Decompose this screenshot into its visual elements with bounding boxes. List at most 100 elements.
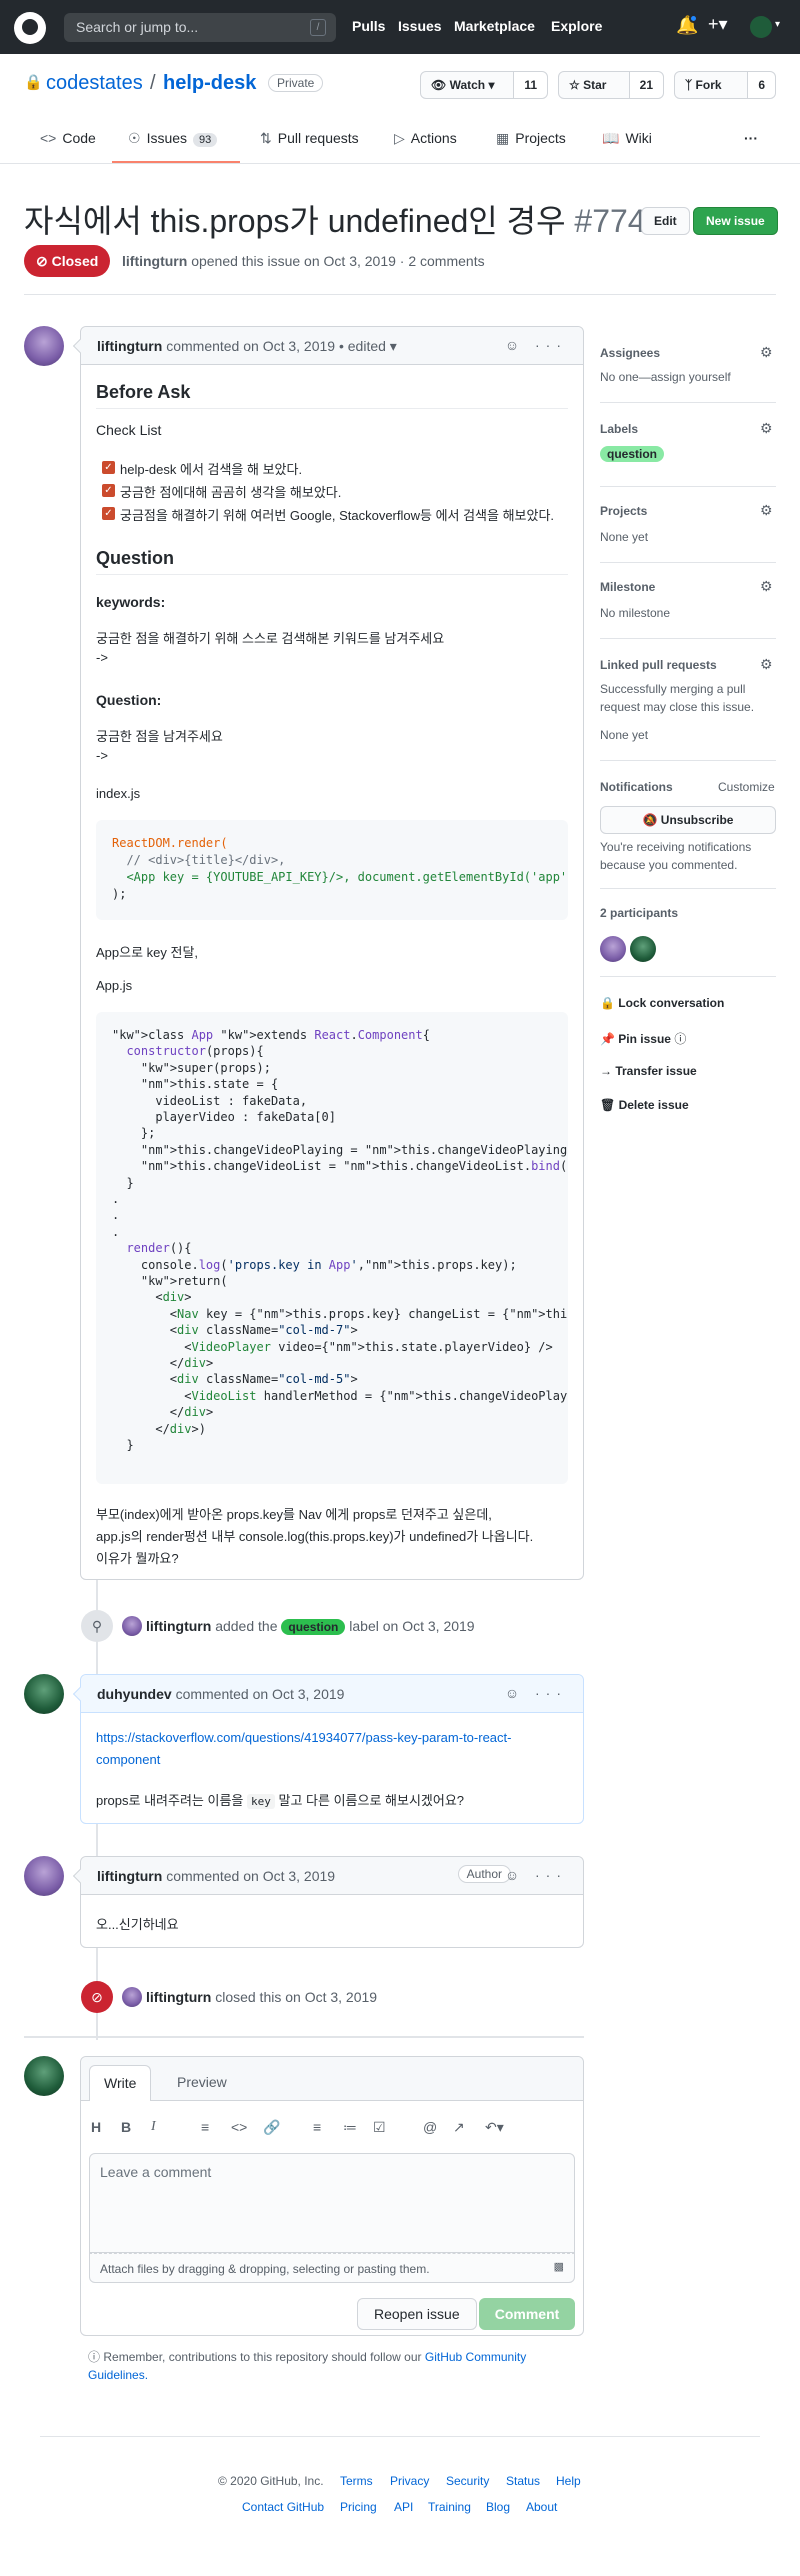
gear-icon[interactable]: ⚙: [760, 578, 773, 595]
edit-title-button[interactable]: Edit: [641, 207, 690, 235]
search-input[interactable]: Search or jump to... /: [64, 13, 336, 42]
participant-avatar[interactable]: [630, 936, 656, 962]
nav-marketplace[interactable]: Marketplace: [454, 18, 535, 34]
watch-count[interactable]: 11: [513, 72, 547, 98]
tab-wiki[interactable]: 📖 Wiki: [602, 130, 652, 147]
footer-link-terms[interactable]: Terms: [340, 2474, 373, 2488]
avatar[interactable]: [24, 326, 64, 366]
bold-icon[interactable]: B: [121, 2119, 131, 2135]
milestone-title[interactable]: Milestone: [600, 580, 655, 594]
repo-owner-link[interactable]: codestates: [46, 72, 143, 95]
kebab-horizontal-icon[interactable]: ···: [535, 1867, 567, 1883]
heading-icon[interactable]: H: [91, 2119, 101, 2135]
nav-explore[interactable]: Explore: [551, 18, 602, 34]
label-question[interactable]: question: [281, 1619, 346, 1635]
kebab-horizontal-icon[interactable]: ···: [535, 1685, 567, 1701]
reply-icon[interactable]: ↶▾: [485, 2119, 504, 2136]
stackoverflow-link-line-1[interactable]: https://stackoverflow.com/questions/4193…: [96, 1730, 511, 1745]
footer-link-training[interactable]: Training: [428, 2500, 471, 2514]
more-tabs-icon[interactable]: ···: [744, 130, 758, 146]
tab-code[interactable]: <> Code: [40, 130, 96, 146]
cross-reference-icon[interactable]: ↗: [453, 2119, 465, 2136]
github-logo-icon[interactable]: [14, 12, 46, 44]
link-icon[interactable]: 🔗: [263, 2119, 280, 2136]
label-question[interactable]: question: [600, 446, 664, 462]
tab-preview[interactable]: Preview: [163, 2065, 241, 2101]
list-unordered-icon[interactable]: ≡: [313, 2119, 321, 2135]
nav-pulls[interactable]: Pulls: [352, 18, 385, 34]
projects-title[interactable]: Projects: [600, 504, 647, 518]
unsubscribe-button[interactable]: 🔕 Unsubscribe: [600, 806, 776, 834]
avatar[interactable]: [24, 1856, 64, 1896]
star-button[interactable]: ☆ Star 21: [558, 71, 664, 99]
footer-link-status[interactable]: Status: [506, 2474, 540, 2488]
customize-link[interactable]: Customize: [718, 780, 775, 794]
smiley-icon[interactable]: ☺: [505, 1685, 525, 1701]
stackoverflow-link-line-2[interactable]: component: [96, 1752, 160, 1767]
gear-icon[interactable]: ⚙: [760, 656, 773, 673]
pin-icon: 📌: [600, 1032, 615, 1046]
star-count[interactable]: 21: [628, 72, 663, 98]
labels-title[interactable]: Labels: [600, 422, 638, 436]
attach-files-bar[interactable]: Attach files by dragging & dropping, sel…: [89, 2253, 575, 2283]
comment-author[interactable]: duhyundev: [97, 1686, 172, 1702]
community-guidelines-link-2[interactable]: Guidelines.: [88, 2368, 148, 2382]
pin-issue-button[interactable]: 📌 Pin issue ⓘ: [600, 1030, 686, 1047]
footer-link-about[interactable]: About: [526, 2500, 557, 2514]
chevron-down-icon[interactable]: ▾: [775, 19, 780, 30]
repo-tabs: <> Code ☉ Issues 93 ⇅ Pull requests ▷ Actions…: [0, 112, 800, 164]
assignees-value[interactable]: No one—assign yourself: [600, 370, 731, 384]
linked-prs-title[interactable]: Linked pull requests: [600, 658, 717, 672]
comment-textarea[interactable]: Leave a comment: [89, 2153, 575, 2253]
footer-link-contact[interactable]: Contact GitHub: [242, 2500, 324, 2514]
smiley-icon[interactable]: ☺: [505, 337, 525, 353]
quote-icon[interactable]: ≡: [201, 2119, 209, 2135]
transfer-issue-button[interactable]: → Transfer issue: [600, 1064, 697, 1078]
footer-link-security[interactable]: Security: [446, 2474, 489, 2488]
event-author[interactable]: liftingturn: [146, 1989, 211, 2005]
gear-icon[interactable]: ⚙: [760, 502, 773, 519]
watch-button[interactable]: 👁 Watch ▾ 11: [420, 71, 548, 99]
tasklist-icon[interactable]: ☑: [373, 2119, 386, 2136]
event-author[interactable]: liftingturn: [146, 1618, 211, 1634]
user-avatar[interactable]: [750, 16, 772, 38]
assignees-title[interactable]: Assignees: [600, 346, 660, 360]
list-ordered-icon[interactable]: ≔: [343, 2119, 357, 2136]
comment-author[interactable]: liftingturn: [97, 1868, 162, 1884]
avatar[interactable]: [24, 1674, 64, 1714]
kebab-horizontal-icon[interactable]: ···: [535, 337, 567, 353]
delete-issue-button[interactable]: 🗑 Delete issue: [600, 1098, 689, 1112]
fork-count[interactable]: 6: [747, 72, 775, 98]
fork-button[interactable]: ᛉ Fork 6: [674, 71, 776, 99]
tab-write[interactable]: Write: [89, 2065, 152, 2101]
avatar[interactable]: [122, 1987, 142, 2007]
issue-author-link[interactable]: liftingturn: [122, 253, 187, 269]
tab-projects[interactable]: ▦ Projects: [496, 130, 566, 147]
participant-avatar[interactable]: [600, 936, 626, 962]
footer-link-privacy[interactable]: Privacy: [390, 2474, 429, 2488]
tab-actions[interactable]: ▷ Actions: [394, 130, 457, 147]
footer-link-api[interactable]: API: [394, 2500, 413, 2514]
reopen-issue-button[interactable]: Reopen issue: [357, 2298, 477, 2330]
nav-issues[interactable]: Issues: [398, 18, 442, 34]
tab-issues[interactable]: ☉ Issues 93: [128, 130, 218, 147]
comment-author[interactable]: liftingturn: [97, 338, 162, 354]
comment-button[interactable]: Comment: [479, 2298, 575, 2330]
smiley-icon[interactable]: ☺: [505, 1867, 525, 1883]
code-icon[interactable]: <>: [231, 2119, 247, 2135]
chevron-down-icon[interactable]: ▾: [390, 338, 397, 354]
footer-link-pricing[interactable]: Pricing: [340, 2500, 377, 2514]
footer-link-help[interactable]: Help: [556, 2474, 581, 2488]
lock-conversation-button[interactable]: 🔒 Lock conversation: [600, 996, 724, 1010]
footer-link-blog[interactable]: Blog: [486, 2500, 510, 2514]
avatar[interactable]: [122, 1616, 142, 1636]
repo-name-link[interactable]: help-desk: [163, 72, 256, 95]
gear-icon[interactable]: ⚙: [760, 344, 773, 361]
new-issue-button[interactable]: New issue: [693, 207, 778, 235]
mention-icon[interactable]: @: [423, 2119, 437, 2135]
community-guidelines-link[interactable]: GitHub Community: [425, 2350, 526, 2364]
italic-icon[interactable]: I: [151, 2119, 156, 2135]
gear-icon[interactable]: ⚙: [760, 420, 773, 437]
plus-dropdown-icon[interactable]: +▾: [708, 14, 728, 35]
tab-pull-requests[interactable]: ⇅ Pull requests: [260, 130, 359, 147]
